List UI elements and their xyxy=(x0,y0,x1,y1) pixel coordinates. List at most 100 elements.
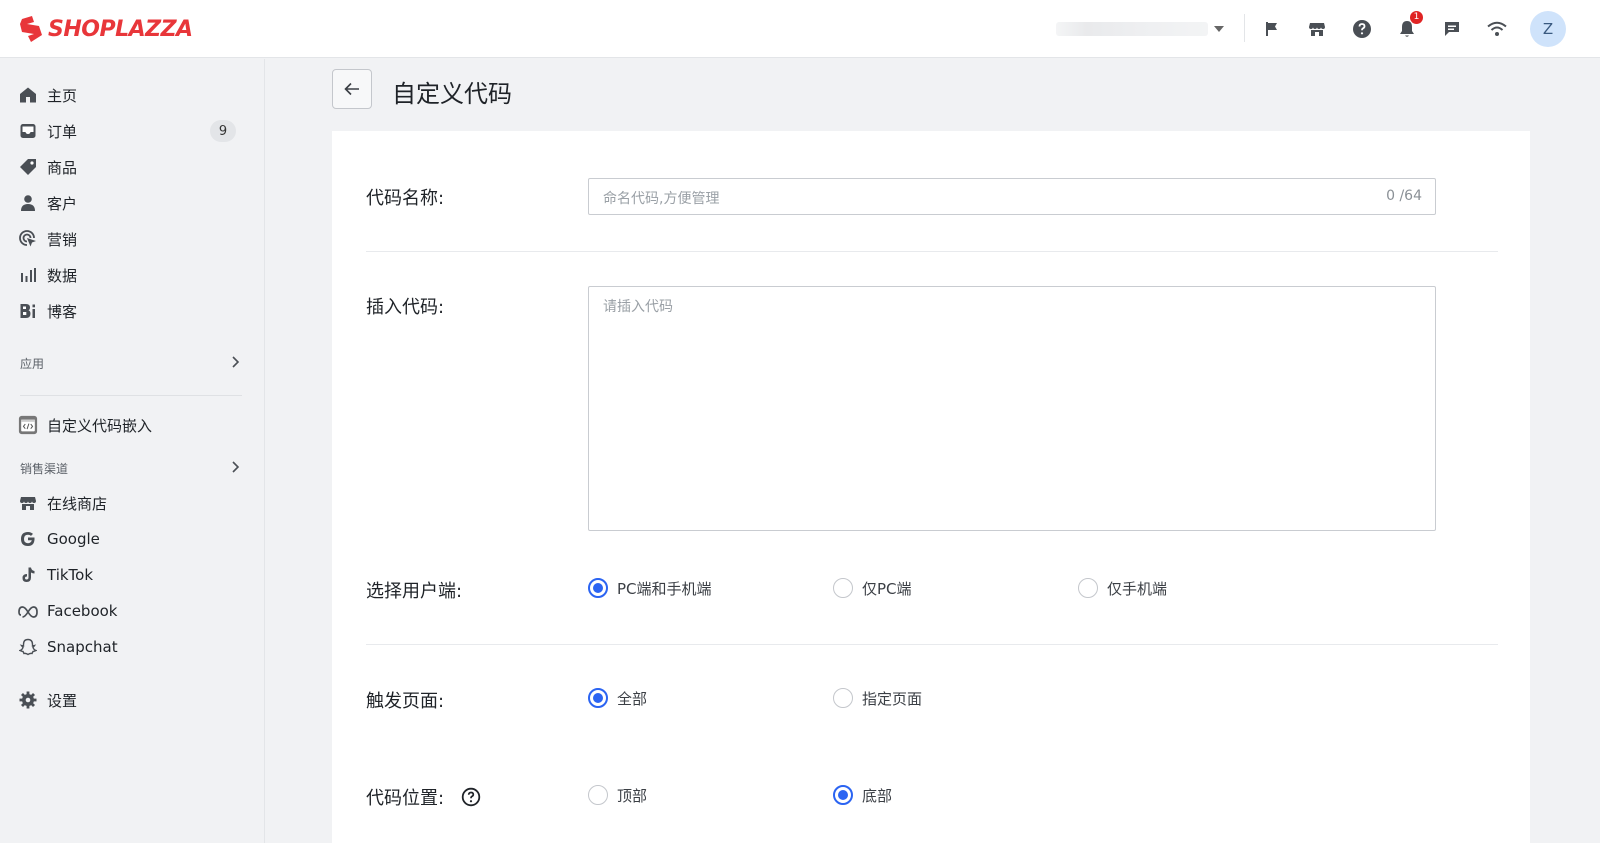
header-divider xyxy=(1244,14,1245,42)
radio-pc-and-mobile[interactable]: PC端和手机端 xyxy=(588,577,712,599)
top-bar: SHOPLAZZA 1 Z xyxy=(0,0,1600,58)
inbox-icon xyxy=(18,121,38,141)
sidebar-item-tiktok[interactable]: TikTok xyxy=(0,558,264,592)
radio-label: 顶部 xyxy=(617,786,648,805)
help-icon[interactable] xyxy=(461,787,481,807)
radio-label: 底部 xyxy=(862,786,893,805)
notification-badge: 1 xyxy=(1410,11,1423,24)
sidebar-item-label: Snapchat xyxy=(47,638,118,656)
store-selector[interactable] xyxy=(1056,19,1226,39)
form-divider xyxy=(366,251,1498,252)
apps-section-label: 应用 xyxy=(20,357,45,371)
user-avatar[interactable]: Z xyxy=(1530,11,1566,47)
sidebar-item-label: 营销 xyxy=(47,230,78,249)
chevron-right-icon[interactable] xyxy=(230,355,240,369)
flag-icon[interactable] xyxy=(1259,16,1285,42)
sidebar-item-products[interactable]: 商品 xyxy=(0,150,264,184)
code-embed-icon xyxy=(18,415,38,435)
sidebar-item-label: 订单 xyxy=(47,122,78,141)
sidebar-item-label: 博客 xyxy=(47,302,78,321)
cursor-icon xyxy=(18,229,38,249)
sidebar-item-marketing[interactable]: 营销 xyxy=(0,222,264,256)
sidebar-item-custom-code-embed[interactable]: 自定义代码嵌入 xyxy=(0,408,264,442)
radio-circle xyxy=(833,688,853,708)
sidebar-item-label: 设置 xyxy=(47,691,78,710)
radio-specific-pages[interactable]: 指定页面 xyxy=(833,687,922,709)
code-name-placeholder: 命名代码,方便管理 xyxy=(603,191,720,207)
sidebar-item-online-store[interactable]: 在线商店 xyxy=(0,486,264,520)
insert-code-placeholder: 请插入代码 xyxy=(603,299,673,315)
shoplazza-logo[interactable]: SHOPLAZZA xyxy=(18,13,193,45)
sidebar-item-label: 商品 xyxy=(47,158,78,177)
char-counter: 0 /64 xyxy=(1386,188,1422,204)
radio-all-pages[interactable]: 全部 xyxy=(588,687,647,709)
radio-label: 指定页面 xyxy=(862,689,923,708)
bell-icon[interactable]: 1 xyxy=(1394,11,1423,42)
radio-circle-selected xyxy=(833,785,853,805)
radio-label: 全部 xyxy=(617,689,648,708)
sidebar-item-google[interactable]: Google xyxy=(0,522,264,556)
radio-circle xyxy=(1078,578,1098,598)
store-icon[interactable] xyxy=(1304,16,1330,42)
sidebar-item-snapchat[interactable]: Snapchat xyxy=(0,630,264,664)
sidebar-item-label: 客户 xyxy=(47,194,78,213)
radio-label: PC端和手机端 xyxy=(617,579,712,598)
sidebar-item-label: 在线商店 xyxy=(47,494,108,513)
bar-chart-icon xyxy=(18,265,38,285)
client-label: 选择用户端: xyxy=(366,581,463,602)
sales-channels-section-label: 销售渠道 xyxy=(20,462,69,476)
sidebar-item-label: 自定义代码嵌入 xyxy=(47,416,153,435)
back-button[interactable] xyxy=(332,69,372,109)
sidebar-item-analytics[interactable]: 数据 xyxy=(0,258,264,292)
sidebar-item-customers[interactable]: 客户 xyxy=(0,186,264,220)
arrow-left-icon xyxy=(344,82,359,96)
radio-pc-only[interactable]: 仅PC端 xyxy=(833,577,912,599)
blog-icon xyxy=(18,301,38,321)
sidebar-item-label: Google xyxy=(47,530,100,548)
sidebar-item-label: 主页 xyxy=(47,86,78,105)
radio-top[interactable]: 顶部 xyxy=(588,784,647,806)
person-icon xyxy=(18,193,38,213)
code-name-label: 代码名称: xyxy=(366,188,445,209)
radio-circle-selected xyxy=(588,688,608,708)
sidebar-item-orders[interactable]: 订单 9 xyxy=(0,114,264,148)
radio-label: 仅PC端 xyxy=(862,579,912,598)
radio-circle xyxy=(833,578,853,598)
sidebar-divider xyxy=(20,395,242,396)
radio-circle-selected xyxy=(588,578,608,598)
sidebar-item-label: 数据 xyxy=(47,266,78,285)
sidebar-item-home[interactable]: 主页 xyxy=(0,78,264,112)
snapchat-icon xyxy=(18,637,38,657)
radio-label: 仅手机端 xyxy=(1107,579,1168,598)
orders-count-badge: 9 xyxy=(210,120,236,142)
sidebar: 主页 订单 9 商品 客户 营销 数据 博客 应用 自定义代码嵌入 销售渠道 在… xyxy=(0,59,265,843)
home-icon xyxy=(18,85,38,105)
insert-code-textarea[interactable]: 请插入代码 xyxy=(588,286,1436,531)
radio-mobile-only[interactable]: 仅手机端 xyxy=(1078,577,1167,599)
store-name-redacted xyxy=(1056,22,1208,36)
gear-icon xyxy=(18,690,38,710)
code-position-label: 代码位置: xyxy=(366,788,445,809)
meta-icon xyxy=(18,601,38,621)
google-icon xyxy=(18,529,38,549)
page-title: 自定义代码 xyxy=(392,80,512,108)
shoplazza-logo-icon xyxy=(20,16,42,42)
wifi-icon[interactable] xyxy=(1484,16,1510,42)
caret-down-icon xyxy=(1214,26,1224,32)
chevron-right-icon[interactable] xyxy=(230,460,240,474)
insert-code-label: 插入代码: xyxy=(366,297,445,318)
radio-bottom[interactable]: 底部 xyxy=(833,784,892,806)
trigger-page-label: 触发页面: xyxy=(366,691,445,712)
brand-name: SHOPLAZZA xyxy=(48,16,193,42)
sidebar-item-settings[interactable]: 设置 xyxy=(0,683,264,717)
help-icon[interactable] xyxy=(1349,16,1375,42)
sidebar-item-label: TikTok xyxy=(47,566,94,584)
tiktok-icon xyxy=(18,565,38,585)
radio-circle xyxy=(588,785,608,805)
chat-icon[interactable] xyxy=(1439,16,1465,42)
sidebar-item-blog[interactable]: 博客 xyxy=(0,294,264,328)
sidebar-item-facebook[interactable]: Facebook xyxy=(0,594,264,628)
code-name-input[interactable]: 命名代码,方便管理 0 /64 xyxy=(588,178,1436,215)
store-icon xyxy=(18,493,38,513)
sidebar-item-label: Facebook xyxy=(47,602,118,620)
